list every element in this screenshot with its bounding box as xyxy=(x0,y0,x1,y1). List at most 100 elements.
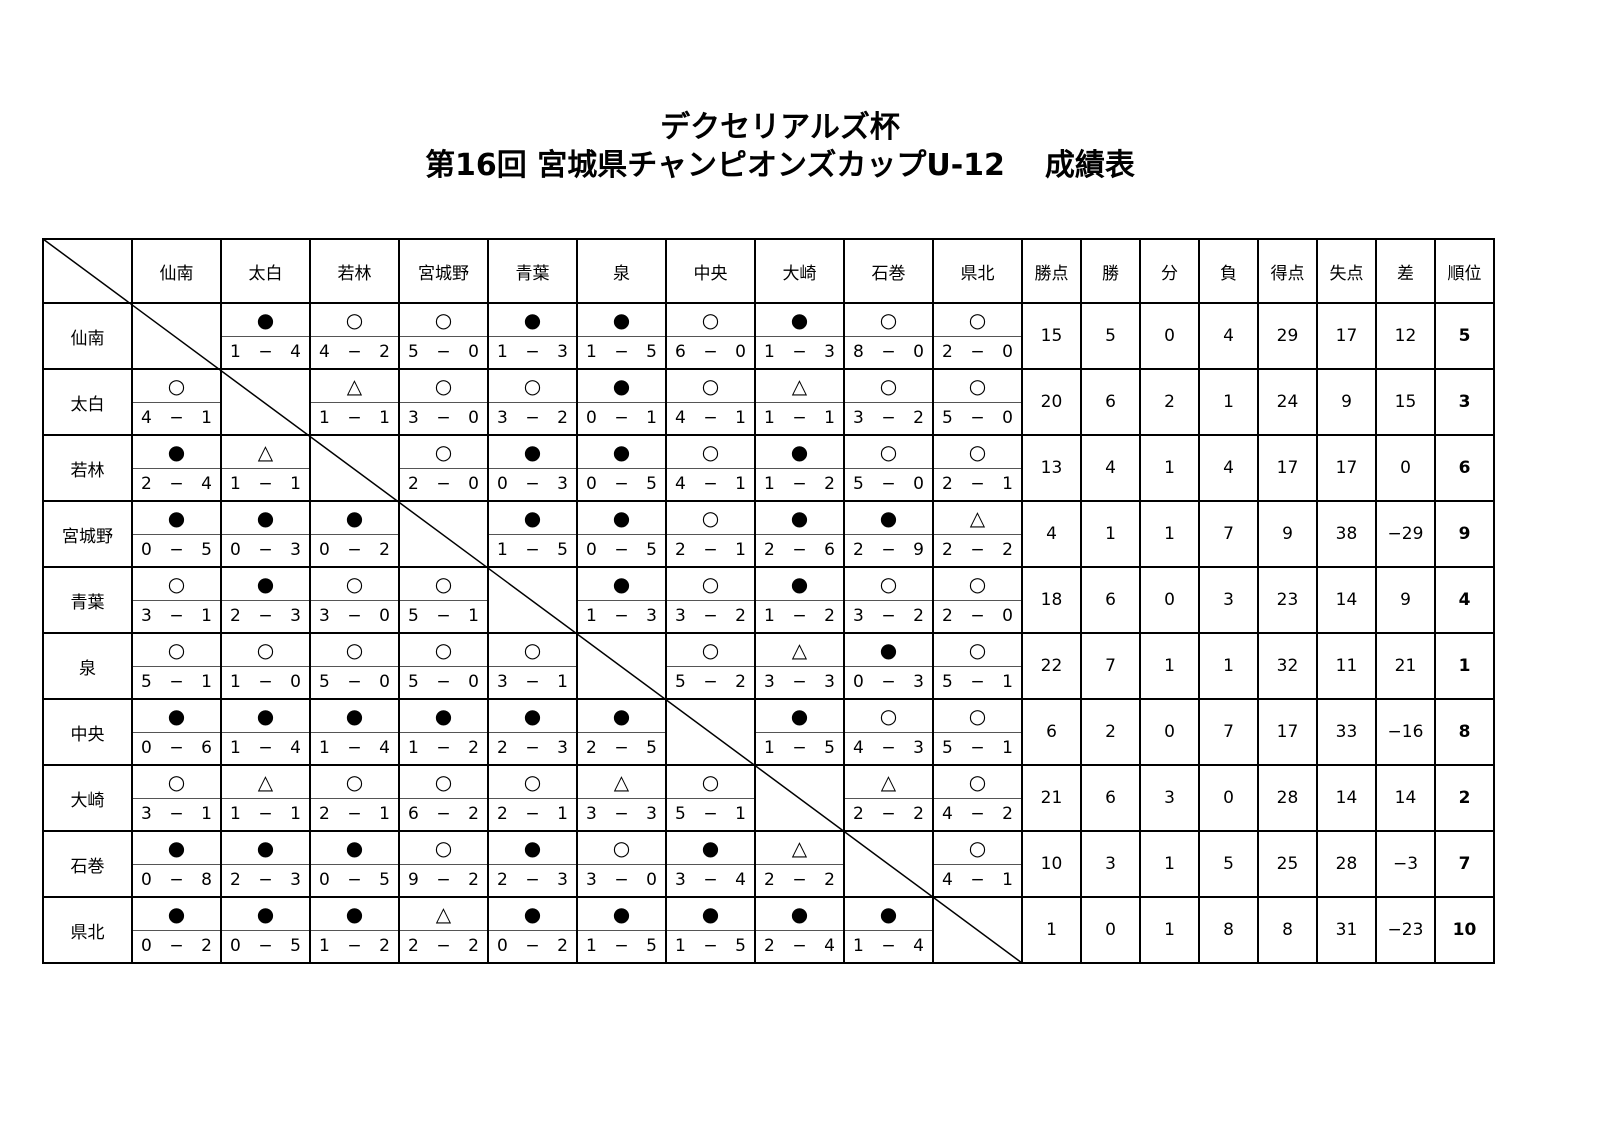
score-for: 1 xyxy=(853,936,864,957)
score-against: 2 xyxy=(735,672,746,693)
match-result-cell: ○ 6−2 xyxy=(398,764,489,832)
win-mark-icon: ○ xyxy=(934,700,1021,733)
match-score: 2−0 xyxy=(400,469,487,501)
score-against: 0 xyxy=(468,672,479,693)
loss-mark-icon: ● xyxy=(667,832,754,865)
stat-losses: 7 xyxy=(1198,500,1259,568)
column-header-stat: 差 xyxy=(1375,238,1436,304)
table-row: 仙南 ● 1−4 ○ 4−2 ○ 5−0 ● 1−3 ● 1−5 ○ 6−0 ● 1−3 ○ 8−0 ○ 2−0 15… xyxy=(42,302,1495,370)
match-result-cell: ○ 2−1 xyxy=(487,764,578,832)
score-for: 1 xyxy=(497,540,508,561)
match-result-cell: ● 0−2 xyxy=(309,500,400,568)
score-against: 1 xyxy=(824,408,835,429)
match-score: 3−0 xyxy=(311,601,398,633)
score-against: 5 xyxy=(735,936,746,957)
score-dash: − xyxy=(703,342,718,363)
win-mark-icon: ○ xyxy=(667,568,754,601)
score-dash: − xyxy=(525,540,540,561)
win-mark-icon: ○ xyxy=(934,370,1021,403)
stat-goal-diff: 12 xyxy=(1375,302,1436,370)
stat-goals-against: 11 xyxy=(1316,632,1377,700)
match-score: 3−1 xyxy=(133,601,220,633)
match-result-cell: ○ 5−1 xyxy=(932,632,1023,700)
match-score: 4−2 xyxy=(934,799,1021,831)
rank: 7 xyxy=(1434,830,1495,898)
match-score: 2−9 xyxy=(845,535,932,567)
score-against: 1 xyxy=(735,804,746,825)
score-dash: − xyxy=(525,738,540,759)
loss-mark-icon: ● xyxy=(311,502,398,535)
match-score: 5−1 xyxy=(133,667,220,699)
score-against: 1 xyxy=(201,408,212,429)
score-against: 5 xyxy=(290,936,301,957)
score-for: 3 xyxy=(675,870,686,891)
match-result-cell: ● 0−6 xyxy=(131,698,222,766)
score-for: 5 xyxy=(408,342,419,363)
score-for: 4 xyxy=(675,408,686,429)
score-against: 4 xyxy=(379,738,390,759)
match-result-cell: ● 1−5 xyxy=(665,896,756,964)
score-for: 2 xyxy=(942,540,953,561)
score-for: 1 xyxy=(230,342,241,363)
table-row: 若林 ● 2−4 △ 1−1 ○ 2−0 ● 0−3 ● 0−5 ○ 4−1 ● 1−2 ○ 5−0 ○ 2−1 13… xyxy=(42,434,1495,502)
win-mark-icon: ○ xyxy=(934,766,1021,799)
score-dash: − xyxy=(881,672,896,693)
stat-wins: 5 xyxy=(1080,302,1141,370)
score-dash: − xyxy=(258,606,273,627)
win-mark-icon: ○ xyxy=(845,568,932,601)
loss-mark-icon: ● xyxy=(756,700,843,733)
score-for: 1 xyxy=(764,606,775,627)
match-score: 1−5 xyxy=(667,931,754,963)
score-dash: − xyxy=(525,804,540,825)
score-for: 5 xyxy=(942,738,953,759)
tournament-name: 第16回 宮城県チャンピオンズカップU-12 xyxy=(425,148,1005,183)
score-for: 8 xyxy=(853,342,864,363)
score-against: 3 xyxy=(557,474,568,495)
stat-goals-for: 29 xyxy=(1257,302,1318,370)
self-match-cell xyxy=(487,566,578,634)
match-result-cell: ● 0−3 xyxy=(843,632,934,700)
win-mark-icon: ○ xyxy=(845,304,932,337)
score-against: 4 xyxy=(913,936,924,957)
score-for: 0 xyxy=(853,672,864,693)
stat-points: 21 xyxy=(1021,764,1082,832)
score-for: 1 xyxy=(319,738,330,759)
score-against: 3 xyxy=(290,606,301,627)
score-against: 2 xyxy=(913,804,924,825)
match-score: 0−5 xyxy=(578,535,665,567)
loss-mark-icon: ● xyxy=(489,700,576,733)
score-against: 3 xyxy=(290,870,301,891)
match-result-cell: ● 2−3 xyxy=(220,830,311,898)
column-header-team: 中央 xyxy=(665,238,756,304)
match-result-cell: ● 1−3 xyxy=(487,302,578,370)
stat-goals-against: 38 xyxy=(1316,500,1377,568)
score-against: 2 xyxy=(468,936,479,957)
row-header-team: 若林 xyxy=(42,434,133,502)
match-score: 9−2 xyxy=(400,865,487,897)
match-score: 5−0 xyxy=(845,469,932,501)
win-mark-icon: ○ xyxy=(400,568,487,601)
score-dash: − xyxy=(347,936,362,957)
score-against: 0 xyxy=(1002,606,1013,627)
stat-losses: 3 xyxy=(1198,566,1259,634)
win-mark-icon: ○ xyxy=(489,766,576,799)
score-against: 0 xyxy=(379,606,390,627)
score-dash: − xyxy=(525,408,540,429)
loss-mark-icon: ● xyxy=(133,832,220,865)
match-result-cell: ○ 1−0 xyxy=(220,632,311,700)
stat-losses: 4 xyxy=(1198,302,1259,370)
score-for: 2 xyxy=(942,342,953,363)
score-for: 3 xyxy=(853,606,864,627)
score-against: 0 xyxy=(379,672,390,693)
score-for: 4 xyxy=(319,342,330,363)
score-dash: − xyxy=(881,738,896,759)
score-dash: − xyxy=(792,342,807,363)
score-dash: − xyxy=(169,804,184,825)
score-against: 1 xyxy=(1002,738,1013,759)
loss-mark-icon: ● xyxy=(578,700,665,733)
score-for: 2 xyxy=(230,870,241,891)
score-against: 5 xyxy=(557,540,568,561)
score-for: 0 xyxy=(141,936,152,957)
score-dash: − xyxy=(970,738,985,759)
column-header-stat: 分 xyxy=(1139,238,1200,304)
